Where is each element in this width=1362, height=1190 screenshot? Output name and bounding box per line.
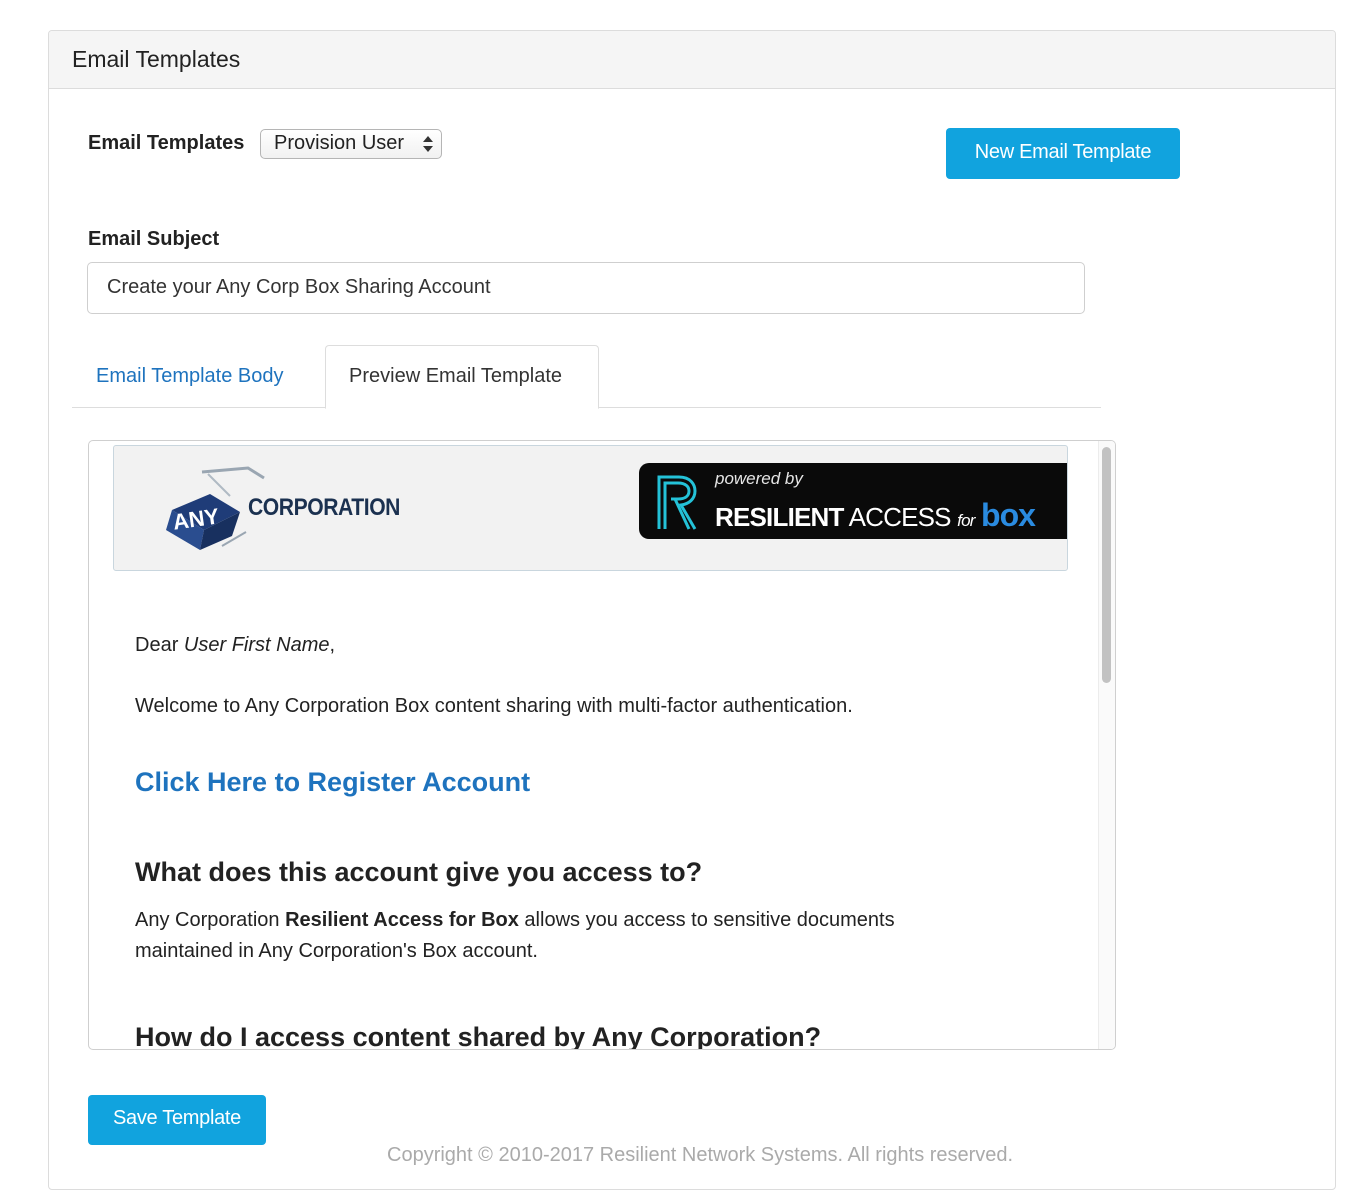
product-for: for xyxy=(957,511,975,530)
template-select[interactable]: Provision User xyxy=(260,129,442,159)
email-subject-input[interactable]: Create your Any Corp Box Sharing Account xyxy=(87,262,1085,314)
product-rest: ACCESS xyxy=(848,502,952,532)
corp-logo-text: CORPORATION xyxy=(248,494,400,521)
panel-title: Email Templates xyxy=(49,31,1335,89)
box-logo: box xyxy=(981,497,1036,533)
greeting-name: User First Name xyxy=(183,634,330,656)
access-description: Any Corporation Resilient Access for Box… xyxy=(135,909,895,962)
tab-preview-email-template[interactable]: Preview Email Template xyxy=(325,345,599,409)
welcome-text: Welcome to Any Corporation Box content s… xyxy=(135,695,853,717)
tab-email-template-body[interactable]: Email Template Body xyxy=(96,365,284,388)
product-name-bold: Resilient Access for Box xyxy=(285,909,519,931)
new-email-template-button[interactable]: New Email Template xyxy=(946,128,1180,179)
register-account-link[interactable]: Click Here to Register Account xyxy=(135,767,530,798)
resilient-access-wordmark: RESILIENT ACCESS for box xyxy=(715,497,1036,534)
how-to-access-heading: How do I access content shared by Any Co… xyxy=(135,1022,822,1050)
email-preview-frame[interactable]: ANY CORPORATION powered by RESILIENT ACC… xyxy=(88,440,1116,1050)
email-subject-label: Email Subject xyxy=(88,228,220,250)
product-bold: RESILIENT xyxy=(715,502,844,532)
template-select-value: Provision User xyxy=(274,132,405,154)
resilient-r-logo xyxy=(657,475,697,530)
save-template-button[interactable]: Save Template xyxy=(88,1095,266,1145)
preview-scrollbar-thumb[interactable] xyxy=(1102,447,1111,683)
copyright-footer: Copyright © 2010-2017 Resilient Network … xyxy=(387,1144,1014,1166)
email-templates-panel: Email Templates Email Templates Provisio… xyxy=(48,30,1336,1190)
email-subject-value: Create your Any Corp Box Sharing Account xyxy=(107,276,491,298)
powered-by-text: powered by xyxy=(715,469,803,488)
resilient-access-banner: powered by RESILIENT ACCESS for box xyxy=(639,463,1067,539)
access-heading: What does this account give you access t… xyxy=(135,857,703,887)
email-header-banner: ANY CORPORATION powered by RESILIENT ACC… xyxy=(113,445,1068,571)
preview-scrollbar[interactable] xyxy=(1098,441,1115,1049)
up-down-arrows-icon xyxy=(423,135,433,153)
template-select-label: Email Templates xyxy=(88,132,245,154)
greeting-text: Dear User First Name, xyxy=(135,634,336,656)
